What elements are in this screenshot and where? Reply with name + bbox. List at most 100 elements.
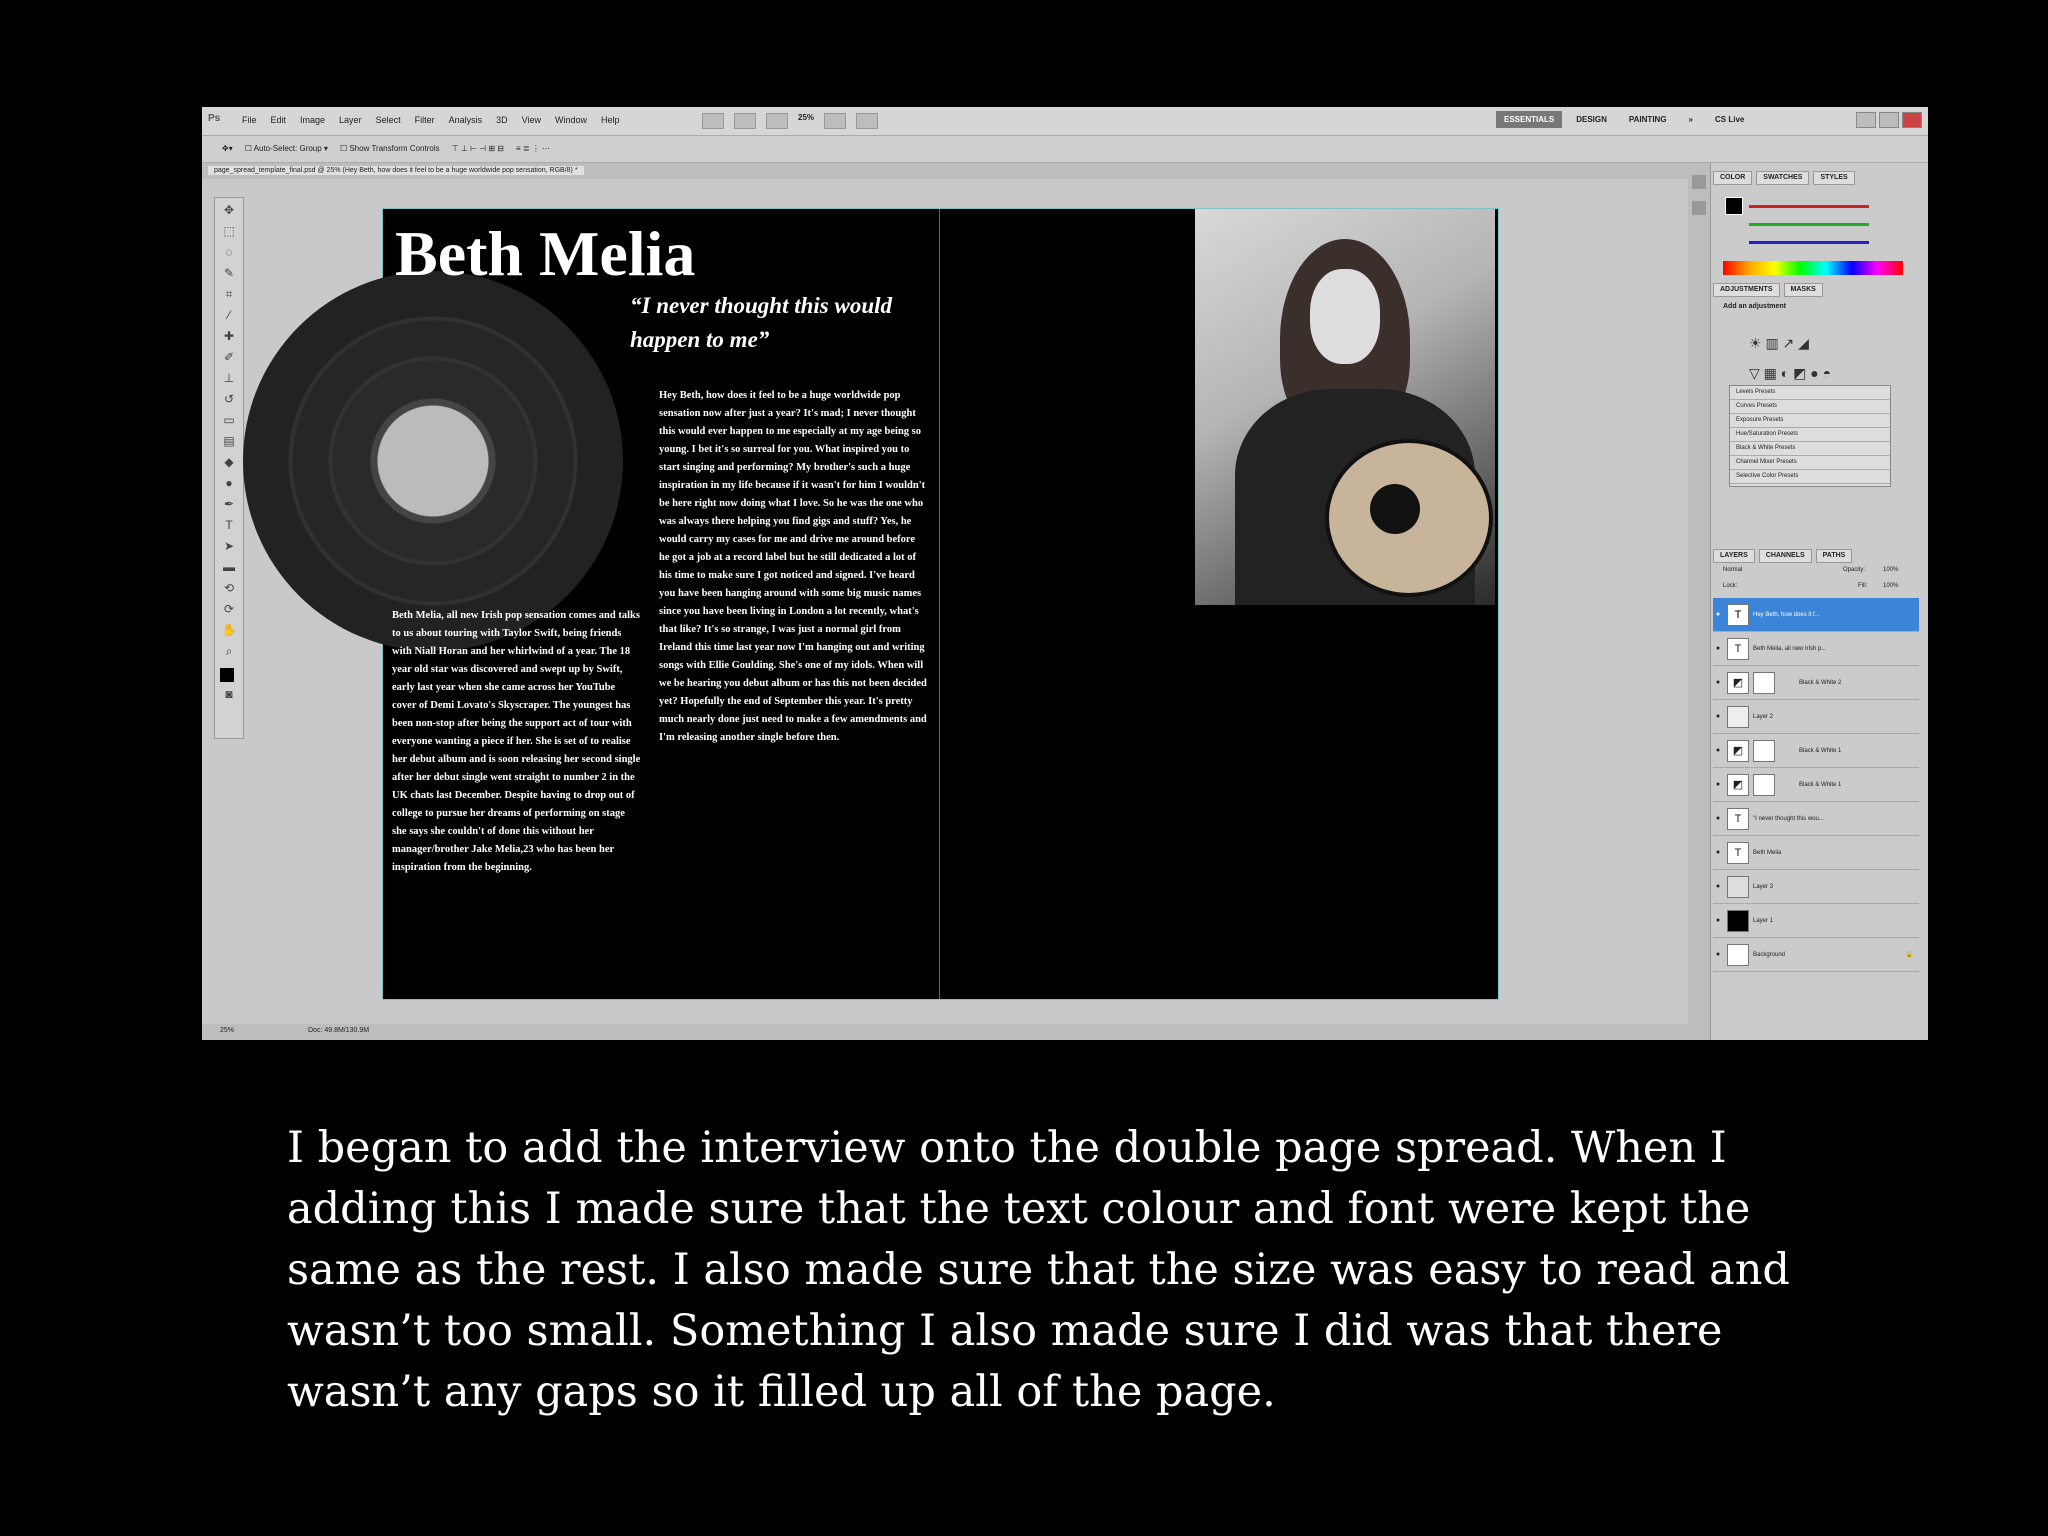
layer-row[interactable]: ● ◩ Black & White 1 [1713,734,1919,768]
3d-orbit-icon[interactable]: ⟳ [220,601,238,618]
layer-row[interactable]: ● T Beth Melia, all new Irish p... [1713,632,1919,666]
preset-selective-color[interactable]: Selective Color Presets [1730,470,1890,484]
preset-black-white[interactable]: Black & White Presets [1730,442,1890,456]
menu-layer[interactable]: Layer [339,115,362,125]
brush-tool-icon[interactable]: ✐ [220,349,238,366]
minibridge-icon[interactable] [734,113,756,129]
fill-input[interactable]: 100% [1883,583,1898,589]
crop-tool-icon[interactable]: ⌗ [220,286,238,303]
tab-color[interactable]: COLOR [1713,171,1753,185]
eye-icon[interactable]: ● [1713,645,1723,652]
menu-window[interactable]: Window [555,115,587,125]
history-brush-icon[interactable]: ↺ [220,391,238,408]
preset-levels[interactable]: Levels Presets [1730,386,1890,400]
blur-tool-icon[interactable]: ◆ [220,454,238,471]
marquee-tool-icon[interactable]: ⬚ [220,223,238,240]
healing-brush-icon[interactable]: ✚ [220,328,238,345]
document-canvas[interactable]: Beth Melia “I never thought this would h… [243,208,1499,1000]
preset-curves[interactable]: Curves Presets [1730,400,1890,414]
menu-view[interactable]: View [522,115,541,125]
preset-exposure[interactable]: Exposure Presets [1730,414,1890,428]
path-select-icon[interactable]: ➤ [220,538,238,555]
arrange-icon[interactable] [824,113,847,129]
3d-rotate-icon[interactable]: ⟲ [220,580,238,597]
eye-icon[interactable]: ● [1713,747,1723,754]
quick-select-icon[interactable]: ✎ [220,265,238,282]
layer-row[interactable]: ● Layer 2 [1713,700,1919,734]
eye-icon[interactable]: ● [1713,849,1723,856]
quick-mask-icon[interactable]: ◙ [220,686,238,703]
workspace-design[interactable]: DESIGN [1568,111,1615,128]
tab-styles[interactable]: STYLES [1813,171,1855,185]
preset-channel-mixer[interactable]: Channel Mixer Presets [1730,456,1890,470]
menu-select[interactable]: Select [376,115,401,125]
status-zoom[interactable]: 25% [220,1027,234,1034]
layer-row[interactable]: ● ◩ Black & White 1 [1713,768,1919,802]
blend-mode-select[interactable]: Normal [1723,567,1742,573]
zoom-tool-icon[interactable]: ⌕ [220,643,238,660]
gradient-icon[interactable]: ▤ [220,433,238,450]
menu-analysis[interactable]: Analysis [449,115,483,125]
auto-select-checkbox[interactable]: ☐ Auto-Select: Group ▾ [245,144,328,153]
lasso-tool-icon[interactable]: ◌ [220,244,238,261]
foreground-color-swatch[interactable] [220,668,234,682]
color-ramp[interactable] [1723,261,1903,275]
screen-mode-icon[interactable] [856,113,879,129]
eyedropper-icon[interactable]: ⁄ [220,307,238,324]
eye-icon[interactable]: ● [1713,917,1723,924]
layer-row[interactable]: ● ◩ Black & White 2 [1713,666,1919,700]
distribute-icons[interactable]: ≡ ≣ ⋮ ⋯ [516,144,550,153]
eye-icon[interactable]: ● [1713,713,1723,720]
layer-row[interactable]: ● Background 🔒 [1713,938,1919,972]
menu-help[interactable]: Help [601,115,620,125]
extras-icon[interactable] [766,113,788,129]
tab-swatches[interactable]: SWATCHES [1756,171,1810,185]
menu-3d[interactable]: 3D [496,115,508,125]
eye-icon[interactable]: ● [1713,883,1723,890]
document-tab[interactable]: page_spread_template_final.psd @ 25% (He… [208,166,584,175]
layer-row[interactable]: ● Layer 1 [1713,904,1919,938]
eye-icon[interactable]: ● [1713,815,1723,822]
tab-adjustments[interactable]: ADJUSTMENTS [1713,283,1780,297]
tab-layers[interactable]: LAYERS [1713,549,1755,563]
menu-file[interactable]: File [242,115,257,125]
layer-row[interactable]: ● Layer 3 [1713,870,1919,904]
fg-color-chip[interactable] [1725,197,1743,215]
move-tool-icon[interactable]: ✥▾ [222,144,233,153]
minimize-icon[interactable] [1856,112,1876,128]
move-tool-icon[interactable]: ✥ [220,202,238,219]
blue-slider[interactable] [1749,241,1869,244]
tab-channels[interactable]: CHANNELS [1758,549,1812,563]
type-tool-icon[interactable]: T [220,517,238,534]
eye-icon[interactable]: ● [1713,951,1723,958]
menu-filter[interactable]: Filter [415,115,435,125]
pen-tool-icon[interactable]: ✒ [220,496,238,513]
eraser-icon[interactable]: ▭ [220,412,238,429]
close-icon[interactable] [1902,112,1922,128]
eye-icon[interactable]: ● [1713,679,1723,686]
maximize-icon[interactable] [1879,112,1899,128]
tab-masks[interactable]: MASKS [1783,283,1823,297]
eye-icon[interactable]: ● [1713,781,1723,788]
actions-panel-icon[interactable] [1692,201,1706,215]
eye-icon[interactable]: ● [1713,611,1723,618]
bridge-icon[interactable] [702,113,724,129]
tab-paths[interactable]: PATHS [1815,549,1853,563]
align-icons[interactable]: ⊤ ⊥ ⊢ ⊣ ⊞ ⊟ [452,144,504,153]
layer-row[interactable]: ● T "I never thought this wou... [1713,802,1919,836]
green-slider[interactable] [1749,223,1869,226]
menu-edit[interactable]: Edit [271,115,287,125]
layer-row[interactable]: ● T Hey Beth, how does it f... [1713,598,1919,632]
cs-live-button[interactable]: CS Live [1707,111,1752,128]
menu-image[interactable]: Image [300,115,325,125]
zoom-level[interactable]: 25% [798,113,814,129]
workspace-essentials[interactable]: ESSENTIALS [1496,111,1563,128]
workspace-painting[interactable]: PAINTING [1621,111,1675,128]
show-transform-checkbox[interactable]: ☐ Show Transform Controls [340,144,440,153]
history-panel-icon[interactable] [1692,175,1706,189]
layer-row[interactable]: ● T Beth Melia [1713,836,1919,870]
dodge-tool-icon[interactable]: ● [220,475,238,492]
clone-stamp-icon[interactable]: ⊥ [220,370,238,387]
more-workspaces-icon[interactable]: » [1681,111,1701,128]
red-slider[interactable] [1749,205,1869,208]
